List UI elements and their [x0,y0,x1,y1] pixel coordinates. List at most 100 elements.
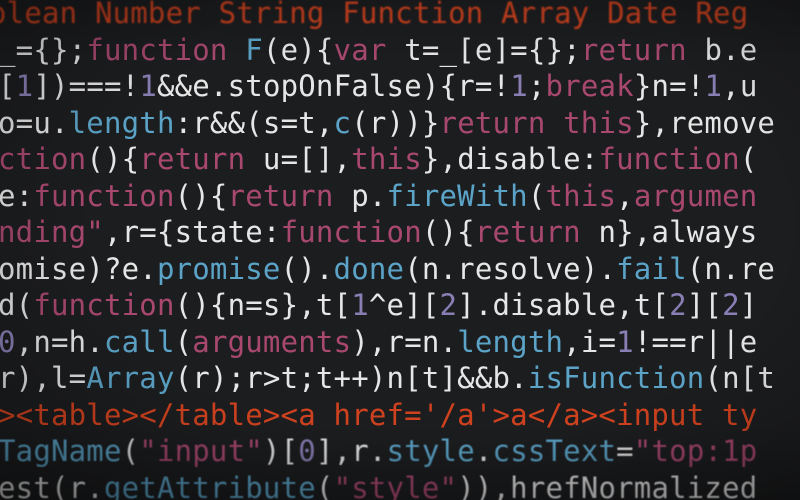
code-token: function [33,178,175,213]
code-token: t=_[e]={}; [404,32,581,67]
code-token: ][ [686,288,723,322]
code-token: argumen [633,178,758,213]
code-token: ( [121,434,140,468]
code-token: (){ [174,178,228,213]
code-token: },remove [633,105,776,140]
code-token: isFunction [527,361,705,395]
code-token: done [333,251,405,286]
code-token: ])===! [33,69,140,103]
code-token: 1 [510,69,528,103]
code-token: :r&&(s=t, [174,105,334,140]
code-token: function [280,215,422,249]
code-token: ,i= [563,324,617,359]
code-token: (){ [86,142,140,176]
code-token: break [545,69,634,103]
code-token: 1 [616,324,634,359]
code-token: function [86,32,246,67]
code-token: },disable: [421,142,599,176]
code-token: u=[], [262,142,352,176]
code-token: ^e][ [368,288,440,322]
code-token: 1 [351,288,369,322]
code-line: _={};function F(e){var t=_[e]={};return … [0,32,757,68]
code-token: !==r||e [633,324,758,359]
code-token: n},always [598,215,758,249]
code-token: fireWith [386,178,528,213]
code-token: return [474,215,599,249]
code-line: nding",r={state:function(){return n},alw… [0,214,757,250]
code-line: [1])===!1&&e.stopOnFalse){r=!1;break}n=!… [0,68,757,104]
code-token: 2 [669,288,687,322]
code-token: olean Number String Function Array Date … [0,0,749,30]
code-token: 2 [439,288,458,322]
code-line: TagName("input")[0],r.style.cssText="top… [0,433,757,469]
code-token: (){ [421,215,475,249]
code-token: ,r={state: [103,215,281,249]
code-token: ction [0,142,87,176]
code-line: ction(){return u=[],this},disable:functi… [0,141,757,177]
code-token: b.e [704,32,758,67]
code-token: this [545,178,617,213]
code-token: 0 [298,434,316,468]
code-line: e:function(){return p.fireWith(this,argu… [0,178,757,214]
code-token: arguments [192,324,352,359]
code-token: = [616,434,634,468]
code-token: ( [527,178,546,213]
code-token: F [245,32,263,67]
code-token: TagName [0,434,122,468]
code-token: cssText [492,434,617,468]
code-token: (n.re [686,251,776,286]
code-token: )[ [262,434,299,468]
code-line: d(function(){n=s},t[1^e][2].disable,t[2]… [0,287,757,323]
code-token: nding" [0,215,104,249]
code-token: ; [527,69,546,103]
code-line: r),l=Array(r);r>t;t++)n[t]&&b.isFunction… [0,360,775,396]
code-token: 1 [704,69,723,103]
code-token: e: [0,178,34,213]
code-token: r),l= [0,361,87,395]
code-token: 0 [0,324,16,359]
code-token: (n.resolve). [404,251,617,286]
code-viewport: olean Number String Function Array Date … [0,0,800,500]
code-line: est(r.getAttribute("style")),hrefNormali… [0,470,757,500]
code-token: o=u. [0,105,69,140]
code-token: "style" [333,470,458,500]
code-token: "input" [139,434,263,468]
code-token: ( [174,324,193,359]
code-token: c [333,105,352,140]
code-token: (r);r>t;t++)n[t]&&b. [174,361,528,395]
code-token: )),hrefNormalized [457,470,758,500]
code-token: return [227,178,352,213]
code-token: getAttribute [103,470,316,500]
code-token: _={}; [0,32,87,67]
code-token: omise)?e. [0,251,157,286]
code-token: Array [86,361,175,395]
code-token: this [351,142,422,176]
code-token: (e){ [262,32,334,67]
code-token: ( [739,142,758,176]
code-token: d( [0,288,34,322]
code-line: o=u.length:r&&(s=t,c(r))}return this},re… [0,105,775,141]
code-token: ].disable,t[ [457,288,670,322]
code-token: style [386,434,475,468]
code-line: omise)?e.promise().done(n.resolve).fail(… [0,251,775,287]
code-line: ><table></table><a href='/a'>a</a><input… [0,397,757,433]
code-token: 1 [139,69,157,103]
code-token: ],r. [315,434,387,468]
code-token: return [580,32,705,67]
code-token: p. [351,178,387,213]
code-token: ><table></table><a href='/a'>a</a><input… [0,397,758,432]
code-token: est(r. [0,470,104,500]
code-token: "top:1p [633,434,758,468]
code-token: call [103,324,175,359]
code-token: 2 [722,288,740,322]
code-token: [ [0,69,16,103]
code-token: . [474,434,493,468]
code-token: ),r=n. [351,324,458,359]
code-token: }n=! [633,69,705,103]
code-token: &&e.stopOnFalse){r=! [156,69,511,103]
code-token: return this [439,105,634,140]
code-token: ,n=h. [15,324,104,359]
code-line: 0,n=h.call(arguments),r=n.length,i=1!==r… [0,324,757,360]
code-token: promise [156,251,281,286]
code-token: (). [280,251,334,286]
